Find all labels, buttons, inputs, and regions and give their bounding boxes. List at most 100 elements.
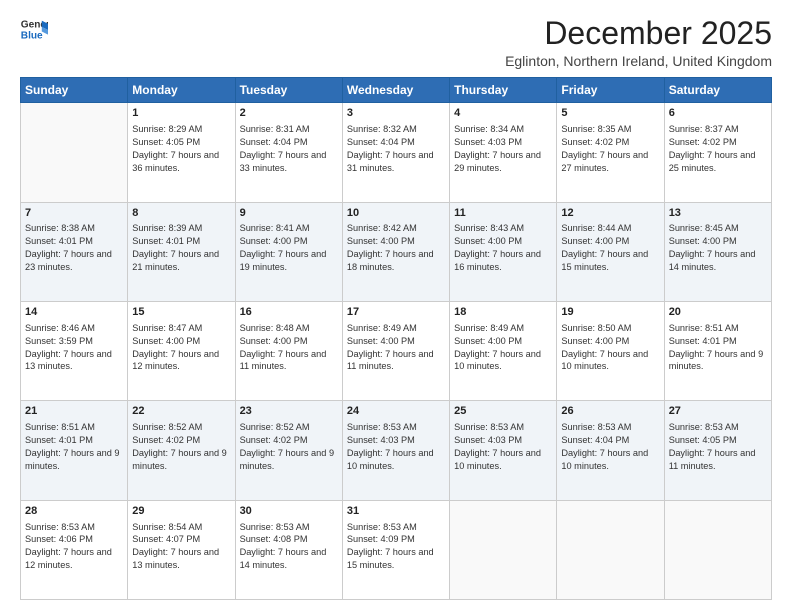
- logo-icon: General Blue: [20, 16, 48, 44]
- calendar-cell: 16Sunrise: 8:48 AMSunset: 4:00 PMDayligh…: [235, 301, 342, 400]
- month-title: December 2025: [505, 16, 772, 51]
- calendar-cell: 2Sunrise: 8:31 AMSunset: 4:04 PMDaylight…: [235, 103, 342, 202]
- day-detail: Sunrise: 8:53 AMSunset: 4:06 PMDaylight:…: [25, 521, 123, 573]
- day-number: 30: [240, 504, 338, 520]
- day-detail: Sunrise: 8:53 AMSunset: 4:04 PMDaylight:…: [561, 421, 659, 473]
- day-detail: Sunrise: 8:53 AMSunset: 4:09 PMDaylight:…: [347, 521, 445, 573]
- calendar-cell: 31Sunrise: 8:53 AMSunset: 4:09 PMDayligh…: [342, 500, 449, 599]
- calendar-cell: 1Sunrise: 8:29 AMSunset: 4:05 PMDaylight…: [128, 103, 235, 202]
- calendar-cell: 27Sunrise: 8:53 AMSunset: 4:05 PMDayligh…: [664, 401, 771, 500]
- calendar-cell: 18Sunrise: 8:49 AMSunset: 4:00 PMDayligh…: [450, 301, 557, 400]
- calendar-cell: 11Sunrise: 8:43 AMSunset: 4:00 PMDayligh…: [450, 202, 557, 301]
- day-detail: Sunrise: 8:39 AMSunset: 4:01 PMDaylight:…: [132, 222, 230, 274]
- day-detail: Sunrise: 8:53 AMSunset: 4:03 PMDaylight:…: [347, 421, 445, 473]
- calendar-cell: [557, 500, 664, 599]
- day-number: 14: [25, 305, 123, 321]
- calendar-cell: 20Sunrise: 8:51 AMSunset: 4:01 PMDayligh…: [664, 301, 771, 400]
- weekday-header-wednesday: Wednesday: [342, 78, 449, 103]
- day-number: 10: [347, 206, 445, 222]
- day-number: 9: [240, 206, 338, 222]
- header: General Blue December 2025 Eglinton, Nor…: [20, 16, 772, 69]
- weekday-header-thursday: Thursday: [450, 78, 557, 103]
- day-detail: Sunrise: 8:53 AMSunset: 4:08 PMDaylight:…: [240, 521, 338, 573]
- page: General Blue December 2025 Eglinton, Nor…: [0, 0, 792, 612]
- day-number: 11: [454, 206, 552, 222]
- calendar-cell: 4Sunrise: 8:34 AMSunset: 4:03 PMDaylight…: [450, 103, 557, 202]
- calendar-cell: 14Sunrise: 8:46 AMSunset: 3:59 PMDayligh…: [21, 301, 128, 400]
- day-detail: Sunrise: 8:53 AMSunset: 4:05 PMDaylight:…: [669, 421, 767, 473]
- day-detail: Sunrise: 8:48 AMSunset: 4:00 PMDaylight:…: [240, 322, 338, 374]
- day-detail: Sunrise: 8:46 AMSunset: 3:59 PMDaylight:…: [25, 322, 123, 374]
- weekday-header-sunday: Sunday: [21, 78, 128, 103]
- calendar-cell: 17Sunrise: 8:49 AMSunset: 4:00 PMDayligh…: [342, 301, 449, 400]
- calendar-cell: [450, 500, 557, 599]
- weekday-header-tuesday: Tuesday: [235, 78, 342, 103]
- day-detail: Sunrise: 8:49 AMSunset: 4:00 PMDaylight:…: [454, 322, 552, 374]
- calendar-week-row: 1Sunrise: 8:29 AMSunset: 4:05 PMDaylight…: [21, 103, 772, 202]
- day-number: 31: [347, 504, 445, 520]
- calendar-cell: 28Sunrise: 8:53 AMSunset: 4:06 PMDayligh…: [21, 500, 128, 599]
- svg-text:Blue: Blue: [21, 31, 43, 42]
- day-number: 21: [25, 404, 123, 420]
- day-number: 19: [561, 305, 659, 321]
- day-detail: Sunrise: 8:52 AMSunset: 4:02 PMDaylight:…: [240, 421, 338, 473]
- calendar-cell: 21Sunrise: 8:51 AMSunset: 4:01 PMDayligh…: [21, 401, 128, 500]
- day-number: 3: [347, 106, 445, 122]
- day-detail: Sunrise: 8:34 AMSunset: 4:03 PMDaylight:…: [454, 123, 552, 175]
- calendar-week-row: 21Sunrise: 8:51 AMSunset: 4:01 PMDayligh…: [21, 401, 772, 500]
- day-detail: Sunrise: 8:52 AMSunset: 4:02 PMDaylight:…: [132, 421, 230, 473]
- day-detail: Sunrise: 8:43 AMSunset: 4:00 PMDaylight:…: [454, 222, 552, 274]
- calendar-cell: 26Sunrise: 8:53 AMSunset: 4:04 PMDayligh…: [557, 401, 664, 500]
- day-number: 5: [561, 106, 659, 122]
- day-number: 18: [454, 305, 552, 321]
- day-number: 22: [132, 404, 230, 420]
- day-number: 2: [240, 106, 338, 122]
- calendar-cell: 15Sunrise: 8:47 AMSunset: 4:00 PMDayligh…: [128, 301, 235, 400]
- day-number: 28: [25, 504, 123, 520]
- day-number: 12: [561, 206, 659, 222]
- day-detail: Sunrise: 8:35 AMSunset: 4:02 PMDaylight:…: [561, 123, 659, 175]
- calendar-cell: 12Sunrise: 8:44 AMSunset: 4:00 PMDayligh…: [557, 202, 664, 301]
- day-number: 20: [669, 305, 767, 321]
- calendar-cell: 6Sunrise: 8:37 AMSunset: 4:02 PMDaylight…: [664, 103, 771, 202]
- calendar-cell: 30Sunrise: 8:53 AMSunset: 4:08 PMDayligh…: [235, 500, 342, 599]
- day-number: 4: [454, 106, 552, 122]
- logo: General Blue: [20, 16, 48, 44]
- calendar-cell: 9Sunrise: 8:41 AMSunset: 4:00 PMDaylight…: [235, 202, 342, 301]
- day-number: 27: [669, 404, 767, 420]
- calendar-cell: 5Sunrise: 8:35 AMSunset: 4:02 PMDaylight…: [557, 103, 664, 202]
- day-number: 25: [454, 404, 552, 420]
- day-number: 7: [25, 206, 123, 222]
- day-detail: Sunrise: 8:31 AMSunset: 4:04 PMDaylight:…: [240, 123, 338, 175]
- day-number: 6: [669, 106, 767, 122]
- day-number: 16: [240, 305, 338, 321]
- calendar-cell: 29Sunrise: 8:54 AMSunset: 4:07 PMDayligh…: [128, 500, 235, 599]
- calendar-cell: [21, 103, 128, 202]
- day-number: 15: [132, 305, 230, 321]
- day-detail: Sunrise: 8:32 AMSunset: 4:04 PMDaylight:…: [347, 123, 445, 175]
- day-detail: Sunrise: 8:49 AMSunset: 4:00 PMDaylight:…: [347, 322, 445, 374]
- day-number: 24: [347, 404, 445, 420]
- calendar-cell: 24Sunrise: 8:53 AMSunset: 4:03 PMDayligh…: [342, 401, 449, 500]
- day-detail: Sunrise: 8:41 AMSunset: 4:00 PMDaylight:…: [240, 222, 338, 274]
- day-detail: Sunrise: 8:50 AMSunset: 4:00 PMDaylight:…: [561, 322, 659, 374]
- day-detail: Sunrise: 8:47 AMSunset: 4:00 PMDaylight:…: [132, 322, 230, 374]
- calendar-cell: 19Sunrise: 8:50 AMSunset: 4:00 PMDayligh…: [557, 301, 664, 400]
- calendar-cell: 10Sunrise: 8:42 AMSunset: 4:00 PMDayligh…: [342, 202, 449, 301]
- calendar-week-row: 7Sunrise: 8:38 AMSunset: 4:01 PMDaylight…: [21, 202, 772, 301]
- day-number: 17: [347, 305, 445, 321]
- calendar-cell: 3Sunrise: 8:32 AMSunset: 4:04 PMDaylight…: [342, 103, 449, 202]
- day-detail: Sunrise: 8:53 AMSunset: 4:03 PMDaylight:…: [454, 421, 552, 473]
- day-detail: Sunrise: 8:51 AMSunset: 4:01 PMDaylight:…: [669, 322, 767, 374]
- calendar-cell: 8Sunrise: 8:39 AMSunset: 4:01 PMDaylight…: [128, 202, 235, 301]
- subtitle: Eglinton, Northern Ireland, United Kingd…: [505, 53, 772, 69]
- calendar-cell: [664, 500, 771, 599]
- calendar-week-row: 28Sunrise: 8:53 AMSunset: 4:06 PMDayligh…: [21, 500, 772, 599]
- calendar-cell: 7Sunrise: 8:38 AMSunset: 4:01 PMDaylight…: [21, 202, 128, 301]
- weekday-header-friday: Friday: [557, 78, 664, 103]
- day-detail: Sunrise: 8:44 AMSunset: 4:00 PMDaylight:…: [561, 222, 659, 274]
- calendar-week-row: 14Sunrise: 8:46 AMSunset: 3:59 PMDayligh…: [21, 301, 772, 400]
- day-number: 8: [132, 206, 230, 222]
- day-detail: Sunrise: 8:54 AMSunset: 4:07 PMDaylight:…: [132, 521, 230, 573]
- day-number: 13: [669, 206, 767, 222]
